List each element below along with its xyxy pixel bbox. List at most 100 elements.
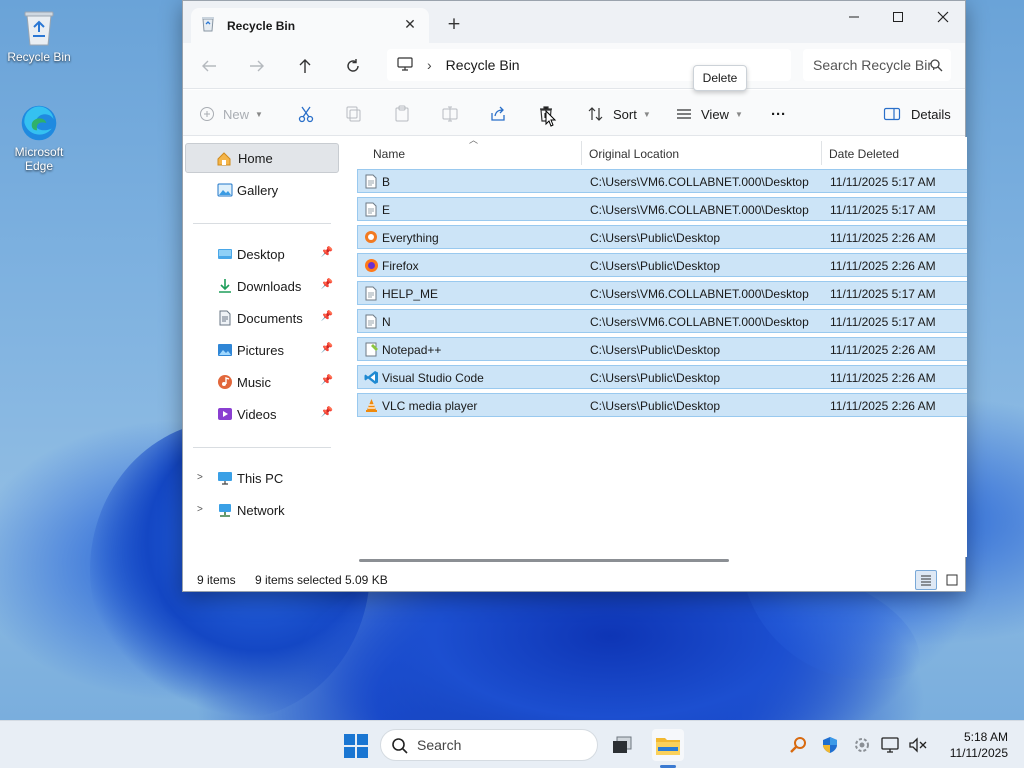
pin-icon[interactable]: 📌: [321, 247, 333, 258]
forward-arrow-icon[interactable]: [245, 55, 269, 77]
new-tab-icon[interactable]: +: [445, 15, 463, 33]
close-tab-icon[interactable]: ✕: [401, 16, 419, 34]
back-arrow-icon[interactable]: [197, 55, 221, 77]
tab-recycle-bin[interactable]: Recycle Bin ✕: [191, 8, 429, 43]
text-file-icon: [365, 286, 377, 301]
refresh-icon[interactable]: [341, 55, 365, 77]
network-tray-icon[interactable]: [880, 735, 900, 755]
more-options-button[interactable]: ···: [771, 102, 786, 126]
sidebar-item-videos[interactable]: Videos 📌: [185, 399, 339, 429]
file-list: ︿ Name Original Location Date Deleted B …: [355, 137, 967, 557]
status-bar: 9 items 9 items selected 5.09 KB: [183, 569, 965, 593]
desktop-folder-icon: [218, 249, 232, 259]
sort-icon: [588, 107, 603, 121]
network-icon: [219, 504, 231, 517]
sidebar-item-gallery[interactable]: Gallery: [185, 175, 339, 205]
sidebar-item-this-pc[interactable]: > This PC: [185, 463, 339, 493]
desktop-icon-label: Microsoft Edge: [14, 145, 64, 173]
table-row[interactable]: N C:\Users\VM6.COLLABNET.000\Desktop 11/…: [357, 309, 967, 333]
delete-tooltip: Delete: [693, 65, 747, 91]
pin-icon[interactable]: 📌: [321, 311, 333, 322]
task-view-button[interactable]: [606, 729, 638, 761]
firefox-icon: [365, 259, 378, 272]
breadcrumb-location[interactable]: Recycle Bin: [446, 57, 520, 73]
column-header-name[interactable]: Name: [373, 141, 405, 167]
mouse-cursor-icon: [545, 110, 557, 127]
taskbar: Search 5:18 AM 11/11/2025: [0, 720, 1024, 768]
taskbar-file-explorer[interactable]: [652, 729, 684, 761]
download-icon: [219, 279, 231, 293]
sidebar-item-home[interactable]: Home: [185, 143, 339, 173]
item-count: 9 items: [197, 573, 236, 587]
pin-icon[interactable]: 📌: [321, 343, 333, 354]
start-button[interactable]: [344, 734, 368, 758]
delete-button[interactable]: [537, 102, 559, 127]
selected-size: 5.09 KB: [345, 573, 388, 587]
column-header-date-deleted[interactable]: Date Deleted: [829, 141, 899, 167]
table-row[interactable]: Visual Studio Code C:\Users\Public\Deskt…: [357, 365, 967, 389]
text-file-icon: [365, 174, 377, 189]
view-button[interactable]: View ▼: [675, 102, 743, 126]
pin-icon[interactable]: 📌: [321, 407, 333, 418]
details-pane-button[interactable]: Details: [883, 102, 951, 126]
desktop-icon-recycle-bin[interactable]: Recycle Bin: [1, 8, 77, 64]
sidebar-item-music[interactable]: Music 📌: [185, 367, 339, 397]
close-window-button[interactable]: [920, 1, 966, 33]
this-pc-icon: [218, 472, 232, 485]
maximize-button[interactable]: [875, 1, 921, 33]
paste-button[interactable]: [393, 102, 411, 126]
scissors-icon: [298, 106, 314, 123]
pin-icon[interactable]: 📌: [321, 279, 333, 290]
table-row[interactable]: HELP_ME C:\Users\VM6.COLLABNET.000\Deskt…: [357, 281, 967, 305]
copy-button[interactable]: [345, 102, 363, 126]
taskbar-search-label: Search: [417, 737, 462, 753]
address-bar-row: › Recycle Bin Search Recycle Bin: [183, 43, 965, 89]
rename-button[interactable]: [441, 102, 459, 126]
system-clock[interactable]: 5:18 AM 11/11/2025: [936, 729, 1008, 761]
table-row[interactable]: E C:\Users\VM6.COLLABNET.000\Desktop 11/…: [357, 197, 967, 221]
sidebar-item-network[interactable]: > Network: [185, 495, 339, 525]
taskbar-search[interactable]: Search: [380, 729, 598, 761]
recycle-bin-icon: [201, 16, 215, 35]
recycle-bin-icon: [19, 8, 59, 48]
edge-icon: [19, 103, 59, 143]
sort-button[interactable]: Sort ▼: [587, 102, 651, 126]
sidebar-item-desktop[interactable]: Desktop 📌: [185, 239, 339, 269]
table-row[interactable]: B C:\Users\VM6.COLLABNET.000\Desktop 11/…: [357, 169, 967, 193]
pin-icon[interactable]: 📌: [321, 375, 333, 386]
table-row[interactable]: VLC media player C:\Users\Public\Desktop…: [357, 393, 967, 417]
column-header-original-location[interactable]: Original Location: [589, 141, 679, 167]
share-icon: [491, 106, 505, 121]
new-button[interactable]: New ▼: [199, 102, 263, 126]
horizontal-scrollbar[interactable]: [359, 559, 729, 562]
monitor-network-icon: [881, 737, 899, 753]
vlc-icon: [366, 399, 377, 412]
computer-icon: [397, 56, 413, 74]
plus-circle-icon: [200, 107, 214, 121]
paste-icon: [395, 105, 409, 122]
sidebar-item-documents[interactable]: Documents 📌: [185, 303, 339, 333]
chevron-right-icon[interactable]: >: [197, 504, 203, 515]
home-icon: [217, 152, 231, 166]
table-row[interactable]: Everything C:\Users\Public\Desktop 11/11…: [357, 225, 967, 249]
music-icon: [218, 375, 232, 389]
volume-tray-icon[interactable]: [908, 735, 928, 755]
security-tray-icon[interactable]: [820, 735, 840, 755]
search-input[interactable]: Search Recycle Bin: [803, 49, 951, 81]
share-button[interactable]: [489, 102, 507, 126]
videos-icon: [218, 408, 232, 420]
up-arrow-icon[interactable]: [293, 55, 317, 77]
cut-button[interactable]: [297, 102, 315, 126]
sidebar-item-downloads[interactable]: Downloads 📌: [185, 271, 339, 301]
minimize-button[interactable]: [831, 1, 877, 33]
table-row[interactable]: Notepad++ C:\Users\Public\Desktop 11/11/…: [357, 337, 967, 361]
search-tool-tray-icon[interactable]: [788, 735, 808, 755]
details-view-button[interactable]: [915, 570, 937, 590]
table-row[interactable]: Firefox C:\Users\Public\Desktop 11/11/20…: [357, 253, 967, 277]
large-icons-view-button[interactable]: [941, 570, 963, 590]
sidebar-item-pictures[interactable]: Pictures 📌: [185, 335, 339, 365]
desktop-icon-microsoft-edge[interactable]: Microsoft Edge: [1, 103, 77, 173]
sync-tray-icon[interactable]: [852, 735, 872, 755]
chevron-right-icon[interactable]: >: [197, 472, 203, 483]
everything-search-icon: [365, 231, 377, 243]
